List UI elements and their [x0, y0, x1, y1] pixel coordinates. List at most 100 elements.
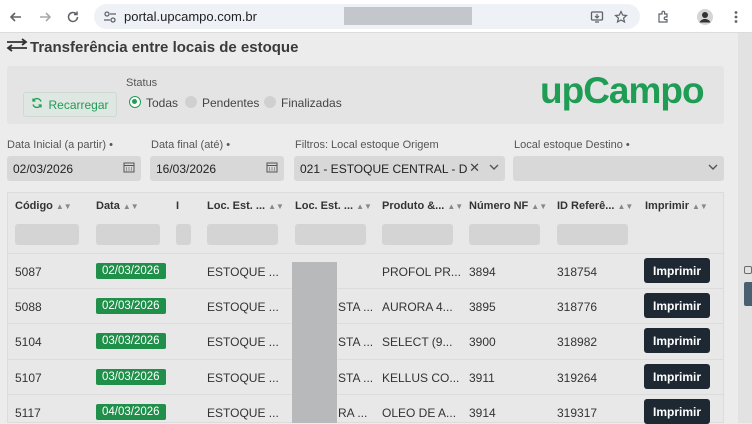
- status-label: Status: [126, 77, 158, 89]
- filter-numero-nf-input[interactable]: [469, 224, 540, 245]
- cell-numero-nf: 3900: [469, 335, 496, 349]
- browser-toolbar: portal.upcampo.com.br: [0, 0, 752, 33]
- cell-produto: KELLUS CO...: [382, 371, 460, 385]
- calendar-icon[interactable]: [123, 161, 135, 176]
- page-title: Transferência entre locais de estoque: [30, 38, 299, 56]
- redacted-column-block: [292, 262, 337, 423]
- end-date-label: Data final (até) •: [151, 139, 231, 151]
- install-app-icon[interactable]: [588, 8, 606, 26]
- cell-numero-nf: 3895: [469, 300, 496, 314]
- site-settings-icon[interactable]: [103, 10, 117, 29]
- column-header-numero-nf[interactable]: Número NF ▲▼: [469, 200, 547, 212]
- date-badge: 03/03/2026: [96, 369, 166, 385]
- cell-produto: SELECT (9...: [382, 335, 453, 349]
- column-header-codigo[interactable]: Código ▲▼: [15, 200, 72, 212]
- browser-menu-icon[interactable]: [725, 6, 747, 28]
- table-row[interactable]: 5088 02/03/2026 ESTOQUE ... STA ... AURO…: [8, 288, 723, 323]
- print-button[interactable]: Imprimir: [644, 258, 710, 283]
- date-badge: 02/03/2026: [96, 298, 166, 314]
- start-date-label: Data Inicial (a partir) •: [7, 139, 113, 151]
- cell-produto: PROFOL PR...: [382, 265, 461, 279]
- column-header-produto[interactable]: Produto &... ▲▼: [382, 200, 463, 212]
- refresh-icon: [31, 97, 43, 112]
- cell-codigo: 5087: [15, 265, 42, 279]
- side-panel-tab[interactable]: [744, 282, 752, 306]
- cell-codigo: 5117: [15, 406, 41, 420]
- cell-loc-destino: RA ...: [338, 406, 368, 420]
- chevron-down-icon[interactable]: [489, 161, 499, 175]
- address-bar[interactable]: portal.upcampo.com.br: [94, 4, 640, 29]
- column-header-data[interactable]: Data ▲▼: [96, 200, 139, 212]
- cell-produto: OLEO DE A...: [382, 406, 457, 420]
- print-button[interactable]: Imprimir: [644, 328, 710, 353]
- cell-id-referencia: 318776: [557, 300, 598, 314]
- column-header-loc-origem[interactable]: Loc. Est. ... ▲▼: [207, 200, 284, 212]
- profile-avatar-icon[interactable]: [694, 6, 716, 28]
- reload-button-label: Recarregar: [48, 97, 109, 112]
- clear-icon[interactable]: ✕: [469, 160, 480, 176]
- bookmark-star-icon[interactable]: [612, 8, 630, 26]
- print-button[interactable]: Imprimir: [644, 364, 710, 389]
- cell-loc-destino: STA ...: [338, 335, 374, 349]
- chevron-down-icon[interactable]: [708, 161, 718, 175]
- column-header-id-referencia[interactable]: ID Referê... ▲▼: [557, 200, 633, 212]
- print-button[interactable]: Imprimir: [644, 399, 710, 424]
- date-badge: 02/03/2026: [96, 263, 166, 279]
- table-row[interactable]: 5107 03/03/2026 ESTOQUE ... STA ... KELL…: [8, 359, 723, 394]
- filter-id-referencia-input[interactable]: [557, 224, 628, 245]
- status-option-todas[interactable]: Todas: [146, 96, 178, 110]
- table-row[interactable]: 5104 03/03/2026 ESTOQUE ... STA ... SELE…: [8, 323, 723, 358]
- status-radio-todas[interactable]: [129, 96, 141, 108]
- cell-codigo: 5088: [15, 300, 42, 314]
- upcampo-logo: upCampo: [540, 70, 705, 111]
- date-badge: 03/03/2026: [96, 333, 166, 349]
- cell-numero-nf: 3914: [469, 406, 496, 420]
- filter-codigo-input[interactable]: [15, 224, 79, 245]
- cell-loc-destino: STA ...: [338, 371, 374, 385]
- cell-loc-origem: ESTOQUE ...: [207, 371, 279, 385]
- end-date-input[interactable]: 16/03/2026: [150, 156, 284, 181]
- url-text: portal.upcampo.com.br: [124, 9, 257, 24]
- filter-loc-origem-input[interactable]: [207, 224, 278, 245]
- cell-codigo: 5107: [15, 371, 42, 385]
- destination-filter-label: Local estoque Destino •: [514, 139, 630, 151]
- side-panel-checkbox-icon[interactable]: [744, 266, 752, 274]
- transfer-arrows-icon: [6, 37, 28, 57]
- cell-id-referencia: 318982: [557, 335, 598, 349]
- back-arrow-icon[interactable]: [5, 6, 27, 28]
- column-header-imprimir[interactable]: Imprimir ▲▼: [645, 200, 708, 212]
- filter-loc-destino-input[interactable]: [295, 224, 366, 245]
- right-scroll-panel[interactable]: [738, 33, 752, 423]
- origin-filter-label: Filtros: Local estoque Origem: [295, 139, 439, 151]
- end-date-value: 16/03/2026: [156, 161, 217, 176]
- cell-id-referencia: 319264: [557, 371, 598, 385]
- filter-data-input[interactable]: [96, 224, 160, 245]
- calendar-icon[interactable]: [266, 161, 278, 176]
- origin-select[interactable]: 021 - ESTOQUE CENTRAL - DE ✕: [294, 156, 505, 181]
- cell-loc-destino: STA ...: [338, 300, 374, 314]
- reload-page-icon[interactable]: [62, 6, 84, 28]
- filter-produto-input[interactable]: [382, 224, 453, 245]
- cell-numero-nf: 3894: [469, 265, 496, 279]
- destination-select[interactable]: [513, 156, 724, 181]
- cell-produto: AURORA 4...: [382, 300, 453, 314]
- column-header-loc-destino[interactable]: Loc. Est. ... ▲▼: [295, 200, 372, 212]
- column-header-truncated[interactable]: I: [176, 200, 179, 212]
- origin-select-value: 021 - ESTOQUE CENTRAL - DE: [300, 161, 468, 176]
- start-date-value: 02/03/2026: [13, 161, 74, 176]
- extensions-icon[interactable]: [652, 6, 674, 28]
- status-option-pendentes[interactable]: Pendentes: [202, 96, 259, 110]
- status-radio-finalizadas[interactable]: [264, 96, 276, 108]
- status-option-finalizadas[interactable]: Finalizadas: [281, 96, 342, 110]
- print-button[interactable]: Imprimir: [644, 293, 710, 318]
- start-date-input[interactable]: 02/03/2026: [7, 156, 141, 181]
- forward-arrow-icon[interactable]: [34, 6, 56, 28]
- redacted-url-segment: [344, 7, 472, 25]
- filter-truncated-input[interactable]: [176, 224, 191, 245]
- cell-loc-origem: ESTOQUE ...: [207, 406, 279, 420]
- table-row[interactable]: 5087 02/03/2026 ESTOQUE ... PROFOL PR...…: [8, 253, 723, 288]
- cell-loc-origem: ESTOQUE ...: [207, 335, 279, 349]
- reload-button[interactable]: Recarregar: [23, 92, 117, 117]
- status-radio-pendentes[interactable]: [185, 96, 197, 108]
- table-row[interactable]: 5117 04/03/2026 ESTOQUE ... RA ... OLEO …: [8, 394, 723, 424]
